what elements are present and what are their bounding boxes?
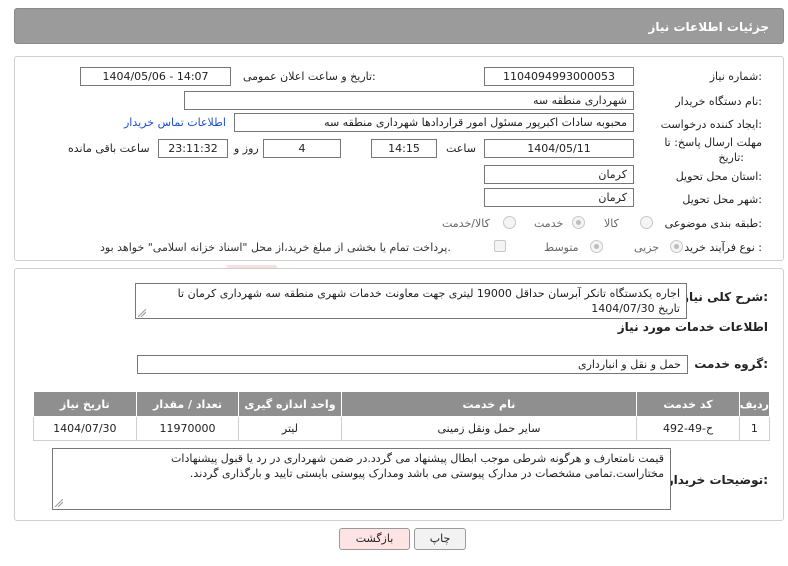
- need-number-field: 1104094993000053: [484, 67, 634, 86]
- creator-label: ایجاد کننده درخواست:: [660, 118, 762, 131]
- process-medium-label: متوسط: [544, 241, 579, 254]
- need-info-panel: [14, 56, 784, 261]
- treasury-payment-note: پرداخت تمام یا بخشی از مبلغ خرید،از محل …: [100, 241, 451, 254]
- buyer-notes-textarea: قیمت نامتعارف و هرگونه شرطی موجب ابطال پ…: [52, 448, 671, 510]
- buyer-notes-resize-handle[interactable]: [55, 499, 63, 507]
- treasury-payment-checkbox[interactable]: [494, 240, 506, 252]
- summary-textarea: اجاره یکدستگاه تانکر آبرسان حداقل 19000 …: [135, 283, 687, 319]
- page-header: جزئیات اطلاعات نیاز: [14, 8, 784, 44]
- category-service-label: خدمت: [534, 217, 564, 230]
- category-goods-service-label: کالا/خدمت: [442, 217, 490, 230]
- creator-field: محبوبه سادات اکبرپور مسئول امور قرارداده…: [234, 113, 634, 132]
- process-label: نوع فرآیند خرید :: [684, 241, 762, 254]
- summary-line-1: اجاره یکدستگاه تانکر آبرسان حداقل 19000 …: [177, 287, 680, 300]
- remaining-days-field: 4: [263, 139, 341, 158]
- cell-row-number: 1: [738, 416, 771, 441]
- services-table: ردیف کد خدمت نام خدمت واحد اندازه گیری ت…: [33, 391, 771, 441]
- process-minor-label: جزیی: [634, 241, 660, 254]
- city-field: کرمان: [484, 188, 634, 207]
- category-goods-service-radio[interactable]: [503, 216, 516, 229]
- category-goods-radio[interactable]: [640, 216, 653, 229]
- cell-quantity: 11970000: [135, 416, 240, 441]
- services-section-title: اطلاعات خدمات مورد نیاز: [617, 320, 768, 334]
- category-service-radio[interactable]: [572, 216, 585, 229]
- category-goods-label: کالا: [604, 217, 619, 230]
- remaining-label: ساعت باقی مانده: [68, 142, 150, 155]
- deadline-label: مهلت ارسال پاسخ: تا: [664, 136, 762, 149]
- summary-resize-handle[interactable]: [138, 309, 146, 317]
- service-group-label: گروه خدمت:: [694, 357, 768, 371]
- process-medium-radio[interactable]: [590, 240, 603, 253]
- category-label: طبقه بندی موضوعی:: [664, 217, 762, 230]
- process-minor-radio[interactable]: [670, 240, 683, 253]
- service-group-field: حمل و نقل و انبارداری: [137, 355, 688, 374]
- announce-datetime-field: 1404/05/06 - 14:07: [80, 67, 231, 86]
- deadline-time-label: ساعت: [446, 142, 476, 155]
- table-header-row: ردیف کد خدمت نام خدمت واحد اندازه گیری ت…: [33, 391, 771, 417]
- cell-service-code: ح-49-492: [636, 416, 740, 441]
- col-quantity: تعداد / مقدار: [135, 391, 240, 417]
- deadline-time-field: 14:15: [371, 139, 437, 158]
- days-label: روز و: [234, 142, 259, 155]
- summary-label: شرح کلی نیاز:: [682, 290, 768, 304]
- buyer-notes-line-2: مختاراست.تمامی مشخصات در مدارک پیوستی می…: [189, 467, 664, 480]
- province-label: استان محل تحویل:: [675, 170, 762, 183]
- buyer-notes-label: توضیحات خریدار:: [666, 473, 768, 487]
- col-unit: واحد اندازه گیری: [238, 391, 342, 417]
- cell-service-name: سایر حمل ونقل زمینی: [340, 416, 638, 441]
- col-service-name: نام خدمت: [340, 391, 638, 417]
- province-field: کرمان: [484, 165, 634, 184]
- buyer-notes-line-1: قیمت نامتعارف و هرگونه شرطی موجب ابطال پ…: [171, 452, 664, 465]
- cell-unit: لیتر: [238, 416, 342, 441]
- need-number-label: شماره نیاز:: [709, 70, 762, 83]
- buyer-org-label: نام دستگاه خریدار:: [675, 95, 762, 108]
- print-button[interactable]: چاپ: [414, 528, 466, 550]
- announce-label: تاریخ و ساعت اعلان عمومی:: [243, 70, 376, 83]
- back-button[interactable]: بازگشت: [339, 528, 410, 550]
- col-row-number: ردیف: [738, 391, 771, 417]
- col-need-date: تاریخ نیاز: [33, 391, 137, 417]
- city-label: شهر محل تحویل:: [682, 193, 762, 206]
- summary-line-2: تاریخ 1404/07/30: [591, 302, 680, 315]
- cell-need-date: 1404/07/30: [33, 416, 137, 441]
- page-title: جزئیات اطلاعات نیاز: [648, 20, 769, 34]
- buyer-contact-link[interactable]: اطلاعات تماس خریدار: [124, 116, 226, 129]
- buyer-org-field: شهرداری منطقه سه: [184, 91, 634, 110]
- col-service-code: کد خدمت: [636, 391, 740, 417]
- deadline-label-date: تاریخ:: [718, 151, 744, 164]
- remaining-time-field: 23:11:32: [158, 139, 228, 158]
- deadline-date-field: 1404/05/11: [484, 139, 634, 158]
- table-row: 1 ح-49-492 سایر حمل ونقل زمینی لیتر 1197…: [33, 416, 771, 441]
